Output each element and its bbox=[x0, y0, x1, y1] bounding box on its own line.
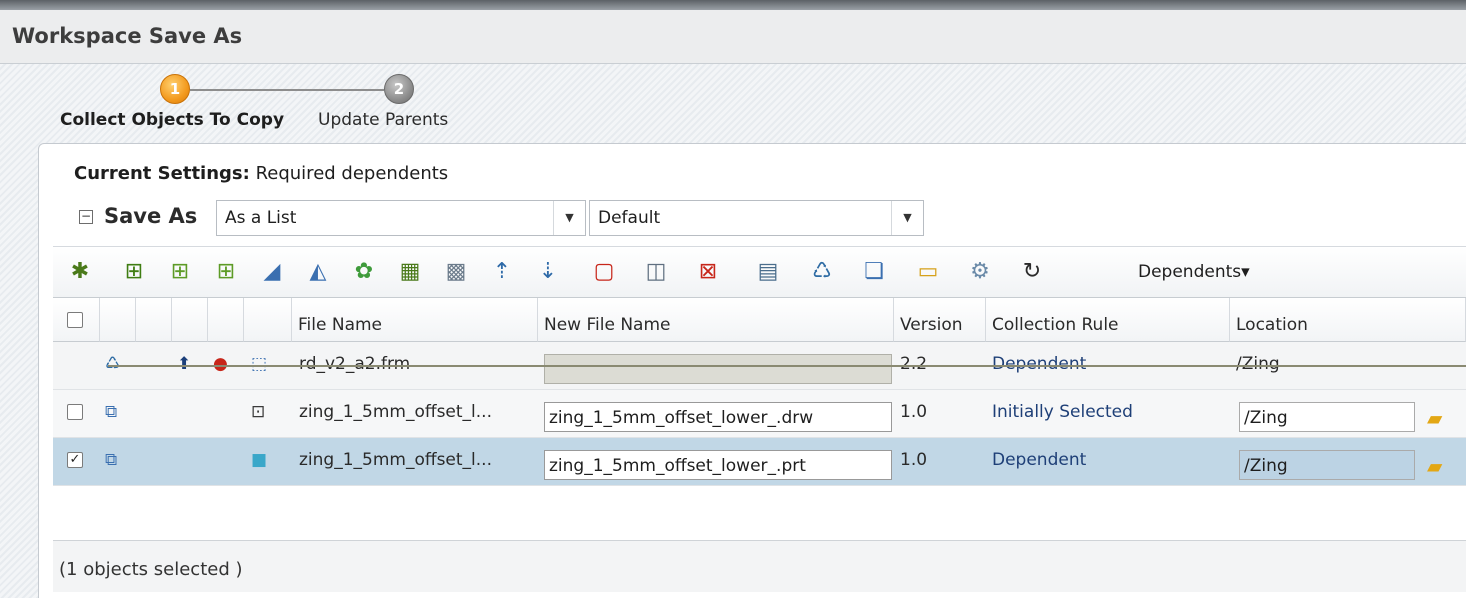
file-name: zing_1_5mm_offset_l... bbox=[299, 402, 492, 422]
select-all-checkbox[interactable] bbox=[67, 312, 83, 328]
file-name: zing_1_5mm_offset_l... bbox=[299, 450, 492, 470]
chevron-down-icon[interactable]: ▼ bbox=[891, 201, 923, 235]
browse-folder-icon[interactable]: ▰ bbox=[1427, 454, 1442, 478]
save-as-label: Save As bbox=[104, 204, 198, 228]
new-file-name-field[interactable]: zing_1_5mm_offset_lower_.prt bbox=[544, 450, 892, 480]
location-field[interactable]: /Zing bbox=[1239, 402, 1415, 432]
add-parent-icon[interactable]: ⊞ bbox=[167, 259, 193, 285]
dependents-menu[interactable]: Dependents▾ bbox=[1138, 259, 1250, 285]
header-file-name[interactable]: File Name bbox=[292, 298, 538, 342]
add-drawing-icon[interactable]: ◢ bbox=[259, 259, 285, 285]
stepper-connector bbox=[190, 89, 384, 91]
title-bar: Workspace Save As bbox=[0, 10, 1466, 64]
window-title: Workspace Save As bbox=[12, 24, 243, 48]
new-object-icon[interactable]: ▢ bbox=[591, 259, 617, 285]
row-checkbox[interactable] bbox=[67, 404, 83, 420]
drawing-file-icon: ⊡ bbox=[251, 402, 266, 422]
excluded-strikethrough bbox=[108, 365, 1466, 367]
chevron-down-icon[interactable]: ▼ bbox=[553, 201, 585, 235]
sketch-icon[interactable]: ◭ bbox=[305, 259, 331, 285]
table-empty-area bbox=[53, 486, 1466, 540]
header-collection-rule[interactable]: Collection Rule bbox=[986, 298, 1230, 342]
part-file-icon: ■ bbox=[251, 450, 268, 470]
step-2-label[interactable]: Update Parents bbox=[318, 110, 448, 130]
row-checkbox[interactable]: ✓ bbox=[67, 452, 83, 468]
table-row[interactable]: ⧉ ⊡ zing_1_5mm_offset_l... zing_1_5mm_of… bbox=[53, 390, 1466, 438]
remove-icon[interactable]: ⊠ bbox=[695, 259, 721, 285]
step-1-indicator[interactable]: 1 bbox=[160, 74, 190, 104]
tree-down-icon[interactable]: ⇣ bbox=[535, 259, 561, 285]
current-settings-value: Required dependents bbox=[255, 163, 449, 184]
header-status-col-3 bbox=[172, 298, 208, 342]
save-mode-select[interactable]: As a List ▼ bbox=[216, 200, 586, 236]
settings-small-icon[interactable]: ⚙ bbox=[967, 259, 993, 285]
header-location[interactable]: Location bbox=[1230, 298, 1466, 342]
table-row[interactable]: ♺ ⬆ ● ⬚ rd_v2_a2.frm 2.2 Dependent /Zing bbox=[53, 342, 1466, 390]
browse-folder-icon[interactable]: ▰ bbox=[1427, 406, 1442, 430]
gear-settings-icon[interactable]: ✱ bbox=[67, 259, 93, 285]
step-1-label[interactable]: Collect Objects To Copy bbox=[60, 110, 284, 130]
dependency-icon: ⧉ bbox=[105, 402, 118, 422]
table-icon[interactable]: ▦ bbox=[397, 259, 423, 285]
header-status-col-1 bbox=[100, 298, 136, 342]
toolbar: ✱ ⊞ ⊞ ⊞ ◢ ◭ ✿ ▦ ▩ ⇡ ⇣ ▢ ◫ ⊠ ▤ ♺ ❏ ▭ ⚙ ↻ … bbox=[53, 246, 1466, 298]
add-object-icon[interactable]: ⊞ bbox=[121, 259, 147, 285]
grid-image-icon[interactable]: ▩ bbox=[443, 259, 469, 285]
dependents-label: Dependents bbox=[1138, 262, 1242, 282]
bracket-icon[interactable]: ◫ bbox=[643, 259, 669, 285]
collapse-toggle-icon[interactable]: ⊟− bbox=[79, 210, 93, 224]
step-2-indicator[interactable]: 2 bbox=[384, 74, 414, 104]
location-field[interactable]: /Zing bbox=[1239, 450, 1415, 480]
collection-rule: Dependent bbox=[992, 450, 1087, 470]
profile-select[interactable]: Default ▼ bbox=[589, 200, 924, 236]
header-type-col bbox=[244, 298, 292, 342]
version: 1.0 bbox=[900, 402, 928, 422]
recycle-icon[interactable]: ♺ bbox=[809, 259, 835, 285]
version: 1.0 bbox=[900, 450, 928, 470]
current-settings-label: Current Settings: bbox=[74, 163, 250, 184]
add-child-icon[interactable]: ⊞ bbox=[213, 259, 239, 285]
table-row[interactable]: ✓ ⧉ ■ zing_1_5mm_offset_l... zing_1_5mm_… bbox=[53, 438, 1466, 486]
window-top-edge bbox=[0, 0, 1466, 10]
tree-up-icon[interactable]: ⇡ bbox=[489, 259, 515, 285]
refresh-icon[interactable]: ↻ bbox=[1019, 259, 1045, 285]
folder-icon[interactable]: ▭ bbox=[915, 259, 941, 285]
profile-value: Default bbox=[598, 208, 661, 228]
header-status-col-4 bbox=[208, 298, 244, 342]
current-settings: Current Settings: Required dependents bbox=[74, 163, 448, 184]
transform-icon[interactable]: ✿ bbox=[351, 259, 377, 285]
header-status-col-2 bbox=[136, 298, 172, 342]
save-mode-value: As a List bbox=[225, 208, 297, 228]
copy-icon[interactable]: ❏ bbox=[861, 259, 887, 285]
new-file-name-field[interactable]: zing_1_5mm_offset_lower_.drw bbox=[544, 402, 892, 432]
status-bar: (1 objects selected ) bbox=[53, 540, 1466, 592]
header-select-all bbox=[53, 298, 100, 342]
new-file-name-field bbox=[544, 354, 892, 384]
header-new-file-name[interactable]: New File Name bbox=[538, 298, 894, 342]
workspace-save-as-window: Workspace Save As 1 2 Collect Objects To… bbox=[0, 0, 1466, 598]
collection-rule: Initially Selected bbox=[992, 402, 1133, 422]
list-icon[interactable]: ▤ bbox=[755, 259, 781, 285]
header-version[interactable]: Version bbox=[894, 298, 986, 342]
dependency-icon: ⧉ bbox=[105, 450, 118, 470]
chevron-down-icon: ▾ bbox=[1241, 262, 1250, 282]
